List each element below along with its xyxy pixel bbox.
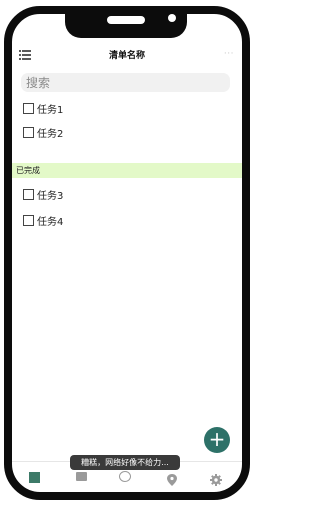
task-item[interactable]: 任务1 bbox=[23, 100, 63, 116]
more-icon[interactable]: ··· bbox=[224, 49, 234, 59]
phone-frame: 清单名称 ··· 任务1 任务2 已完成 任务3 任务4 + 糟糕，网络好像不给… bbox=[4, 6, 250, 500]
completed-task-item[interactable]: 任务3 bbox=[23, 186, 63, 202]
gear-icon[interactable] bbox=[210, 471, 222, 486]
task-label: 任务1 bbox=[37, 104, 64, 116]
task-label: 任务2 bbox=[37, 128, 64, 140]
calendar-icon[interactable] bbox=[76, 472, 87, 481]
task-checkbox[interactable] bbox=[23, 214, 34, 226]
completed-task-item[interactable]: 任务4 bbox=[23, 212, 63, 228]
task-item[interactable]: 任务2 bbox=[23, 124, 63, 140]
location-pin-icon[interactable] bbox=[167, 471, 177, 486]
task-checkbox[interactable] bbox=[23, 102, 34, 114]
face-icon[interactable] bbox=[119, 471, 131, 482]
home-icon[interactable] bbox=[29, 472, 40, 483]
search-input[interactable] bbox=[21, 73, 230, 92]
app-header: 清单名称 ··· bbox=[12, 46, 242, 66]
add-task-button[interactable]: + bbox=[204, 427, 230, 453]
completed-section-header[interactable]: 已完成 bbox=[12, 163, 242, 178]
task-checkbox[interactable] bbox=[23, 126, 34, 138]
task-label: 任务3 bbox=[37, 190, 64, 202]
task-checkbox[interactable] bbox=[23, 188, 34, 200]
toast-message: 糟糕，网络好像不给力... bbox=[70, 455, 180, 470]
page-title: 清单名称 bbox=[108, 51, 145, 61]
camera bbox=[168, 14, 176, 22]
speaker bbox=[107, 16, 145, 24]
task-label: 任务4 bbox=[37, 216, 64, 228]
notch bbox=[65, 14, 187, 38]
